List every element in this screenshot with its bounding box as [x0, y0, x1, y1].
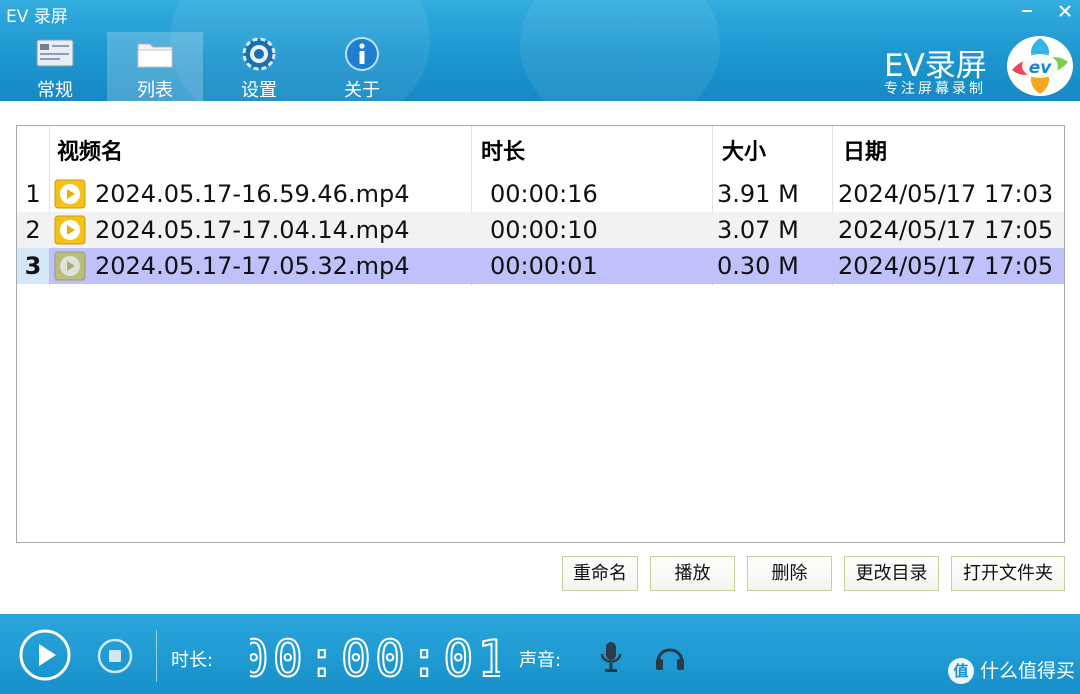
video-name: 2024.05.17-17.05.32.mp4 — [95, 252, 410, 280]
watermark-text: 什么值得买 — [980, 660, 1076, 682]
logo-text: ev — [1029, 58, 1053, 78]
tab-about[interactable]: 关于 — [314, 32, 410, 101]
table-row[interactable]: 1 2024.05.17-16.59.46.mp4 00:00:16 3.91 … — [17, 176, 1064, 212]
video-file-icon — [54, 215, 86, 245]
video-size: 3.91 M — [717, 180, 799, 208]
header-decoration — [520, 0, 720, 101]
row-index: 3 — [17, 248, 49, 284]
video-date: 2024/05/17 17:05 — [838, 252, 1054, 280]
microphone-toggle[interactable] — [598, 640, 624, 678]
table-row-selected[interactable]: 3 2024.05.17-17.05.32.mp4 00:00:01 0.30 … — [17, 248, 1064, 284]
video-list[interactable]: 视频名 时长 大小 日期 1 2024.05.17-16.59.46.mp4 0… — [16, 125, 1065, 543]
record-play-button[interactable] — [18, 628, 72, 686]
open-folder-button[interactable]: 打开文件夹 — [951, 556, 1065, 591]
play-button[interactable]: 播放 — [650, 556, 735, 591]
close-button[interactable] — [1050, 0, 1080, 24]
ev-logo-icon: ev — [1007, 36, 1073, 96]
tab-about-label: 关于 — [344, 80, 380, 101]
watermark-logo: 值 — [948, 658, 974, 684]
speaker-toggle[interactable] — [654, 642, 686, 676]
video-duration: 00:00:10 — [490, 216, 598, 244]
sound-label: 声音: — [519, 650, 562, 671]
row-index: 1 — [25, 180, 41, 208]
brand-tagline: 专注屏幕录制 — [884, 81, 986, 97]
microphone-icon — [600, 642, 622, 672]
timer-text: 00:00:01 — [250, 630, 500, 684]
tab-list[interactable]: 列表 — [107, 32, 203, 101]
row-index: 2 — [25, 216, 41, 244]
stop-icon — [97, 638, 133, 674]
gear-icon — [242, 37, 276, 71]
close-icon — [1059, 5, 1071, 17]
watermark-symbol: 值 — [953, 662, 969, 680]
record-stop-button[interactable] — [97, 638, 133, 678]
video-date: 2024/05/17 17:05 — [838, 216, 1054, 244]
minimize-button[interactable] — [1012, 0, 1042, 24]
video-name: 2024.05.17-16.59.46.mp4 — [95, 180, 410, 208]
column-header-size[interactable]: 大小 — [722, 126, 766, 178]
video-date: 2024/05/17 17:03 — [838, 180, 1054, 208]
divider — [156, 630, 157, 682]
delete-button[interactable]: 删除 — [747, 556, 832, 591]
video-size: 0.30 M — [717, 252, 799, 280]
video-duration: 00:00:16 — [490, 180, 598, 208]
title-bar-header: EV 录屏 常规 列表 设置 关于 EV录屏 专注屏幕录制 ev — [0, 0, 1080, 101]
rename-button[interactable]: 重命名 — [562, 556, 638, 591]
video-name: 2024.05.17-17.04.14.mp4 — [95, 216, 410, 244]
tab-settings[interactable]: 设置 — [211, 32, 307, 101]
column-header-name[interactable]: 视频名 — [57, 126, 123, 178]
table-row[interactable]: 2 2024.05.17-17.04.14.mp4 00:00:10 3.07 … — [17, 212, 1064, 248]
window-title: EV 录屏 — [6, 7, 68, 27]
folder-icon — [137, 43, 173, 68]
minimize-icon — [1022, 10, 1032, 12]
info-icon — [345, 37, 379, 71]
headphones-icon — [656, 648, 684, 670]
duration-label: 时长: — [171, 650, 214, 671]
watermark: 值 什么值得买 — [948, 658, 1078, 684]
column-header-duration[interactable]: 时长 — [481, 126, 525, 178]
video-size: 3.07 M — [717, 216, 799, 244]
general-icon — [36, 39, 74, 67]
video-file-icon — [54, 179, 86, 209]
video-duration: 00:00:01 — [490, 252, 598, 280]
play-icon — [19, 629, 71, 681]
tab-settings-label: 设置 — [241, 80, 277, 101]
recorder-bar: 时长: 00:00:01 声音: 值 什么值得买 — [0, 614, 1080, 694]
tab-list-label: 列表 — [137, 80, 173, 101]
column-header-date[interactable]: 日期 — [843, 126, 887, 178]
tab-general-label: 常规 — [37, 80, 73, 101]
change-directory-button[interactable]: 更改目录 — [844, 556, 939, 591]
timer-display: 00:00:01 — [250, 630, 500, 684]
video-file-icon — [54, 251, 86, 281]
tab-general[interactable]: 常规 — [7, 32, 103, 101]
